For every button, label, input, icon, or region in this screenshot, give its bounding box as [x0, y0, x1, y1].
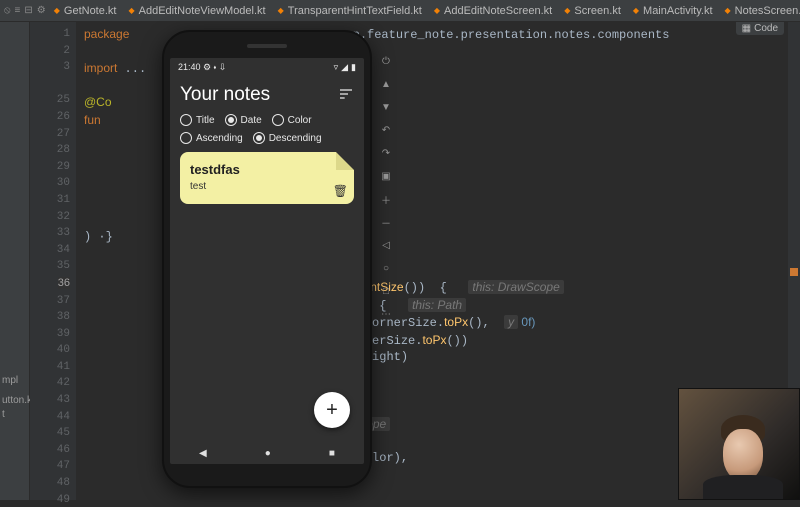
kotlin-icon: ◆ [633, 6, 639, 15]
android-nav-bar: ◀ ● ■ [170, 442, 364, 464]
sort-icon[interactable] [338, 86, 354, 105]
rotate-left-icon[interactable]: ↶ [379, 123, 393, 137]
radio-date[interactable]: Date [225, 114, 262, 126]
line-gutter: 1 2 3 25 26 27 28 29 30 31 32 33 34 35 3… [30, 22, 76, 500]
radio-title[interactable]: Title [180, 114, 215, 126]
tool-window-bar[interactable]: mpl utton.kt t [0, 22, 30, 500]
kotlin-icon: ◆ [434, 6, 440, 15]
gear-icon: ⚙ [203, 62, 211, 72]
emulator-device: 21:40 ⚙ ⬪ ⇩ ▿◢▮ Your notes Title Date Co… [162, 30, 372, 488]
align-icon[interactable]: ≡ [15, 4, 21, 18]
note-card[interactable]: testdfas test 🗑 [180, 152, 354, 204]
add-note-fab[interactable]: + [314, 392, 350, 428]
wifi-icon: ▿ [334, 62, 339, 72]
rotate-right-icon[interactable]: ↷ [379, 146, 393, 160]
gear-icon[interactable]: ⚙ [37, 4, 46, 18]
back-icon[interactable]: ◁ [379, 238, 393, 252]
more-icon[interactable]: ⋯ [379, 307, 393, 321]
home-icon[interactable]: ○ [379, 261, 393, 275]
zoom-in-icon[interactable]: ＋ [379, 192, 393, 206]
overview-icon[interactable]: □ [379, 284, 393, 298]
kotlin-icon: ◆ [54, 6, 60, 15]
bug-icon: ⬪ [214, 62, 217, 72]
tab-addeditnotescreen[interactable]: ◆AddEditNoteScreen.kt [428, 0, 558, 22]
stop-icon[interactable]: ⦸ [4, 4, 11, 18]
sort-by-group: Title Date Color [180, 114, 354, 126]
notes-app: Your notes Title Date Color Ascending De… [170, 76, 364, 212]
tab-screen[interactable]: ◆Screen.kt [558, 0, 627, 22]
signal-icon: ◢ [341, 62, 348, 72]
kotlin-icon: ◆ [278, 6, 284, 15]
nav-back-icon[interactable]: ◀ [199, 448, 207, 459]
sort-order-group: Ascending Descending [180, 132, 354, 144]
nav-overview-icon[interactable]: ■ [329, 448, 335, 459]
volume-up-icon[interactable]: ▲ [379, 77, 393, 91]
kotlin-icon: ◆ [564, 6, 570, 15]
note-title: testdfas [190, 162, 344, 177]
emulator-toolbar: ⏻ ▲ ▼ ↶ ↷ ▣ ＋ － ◁ ○ □ ⋯ [377, 54, 395, 321]
battery-icon: ▮ [351, 62, 356, 72]
kotlin-icon: ◆ [725, 6, 731, 15]
status-time: 21:40 [178, 62, 201, 72]
editor-tabs: ⦸ ≡ ⊟ ⚙ ◆GetNote.kt ◆AddEditNoteViewMode… [0, 0, 800, 22]
android-status-bar: 21:40 ⚙ ⬪ ⇩ ▿◢▮ [170, 58, 364, 76]
power-icon[interactable]: ⏻ [379, 54, 393, 68]
webcam-thumbnail [678, 388, 800, 500]
note-body: test [190, 181, 344, 192]
download-icon: ⇩ [219, 62, 227, 72]
radio-ascending[interactable]: Ascending [180, 132, 243, 144]
kotlin-icon: ◆ [128, 6, 134, 15]
delete-icon[interactable]: 🗑 [333, 184, 348, 198]
radio-color[interactable]: Color [272, 114, 312, 126]
phone-screen[interactable]: 21:40 ⚙ ⬪ ⇩ ▿◢▮ Your notes Title Date Co… [170, 58, 364, 464]
nav-home-icon[interactable]: ● [265, 448, 271, 459]
zoom-out-icon[interactable]: － [379, 215, 393, 229]
tab-getnote[interactable]: ◆GetNote.kt [48, 0, 123, 22]
tab-notesscreen[interactable]: ◆NotesScreen.kt [719, 0, 800, 22]
phone-speaker [247, 44, 287, 48]
tab-mainactivity[interactable]: ◆MainActivity.kt [627, 0, 719, 22]
page-title: Your notes [180, 84, 270, 106]
warning-marker-icon[interactable] [790, 268, 798, 276]
radio-descending[interactable]: Descending [253, 132, 322, 144]
pin-icon[interactable]: ⊟ [24, 4, 32, 18]
volume-down-icon[interactable]: ▼ [379, 100, 393, 114]
tab-transparenthinttextfield[interactable]: ◆TransparentHintTextField.kt [272, 0, 428, 22]
screenshot-icon[interactable]: ▣ [379, 169, 393, 183]
tab-addeditnoteviewmodel[interactable]: ◆AddEditNoteViewModel.kt [122, 0, 271, 22]
